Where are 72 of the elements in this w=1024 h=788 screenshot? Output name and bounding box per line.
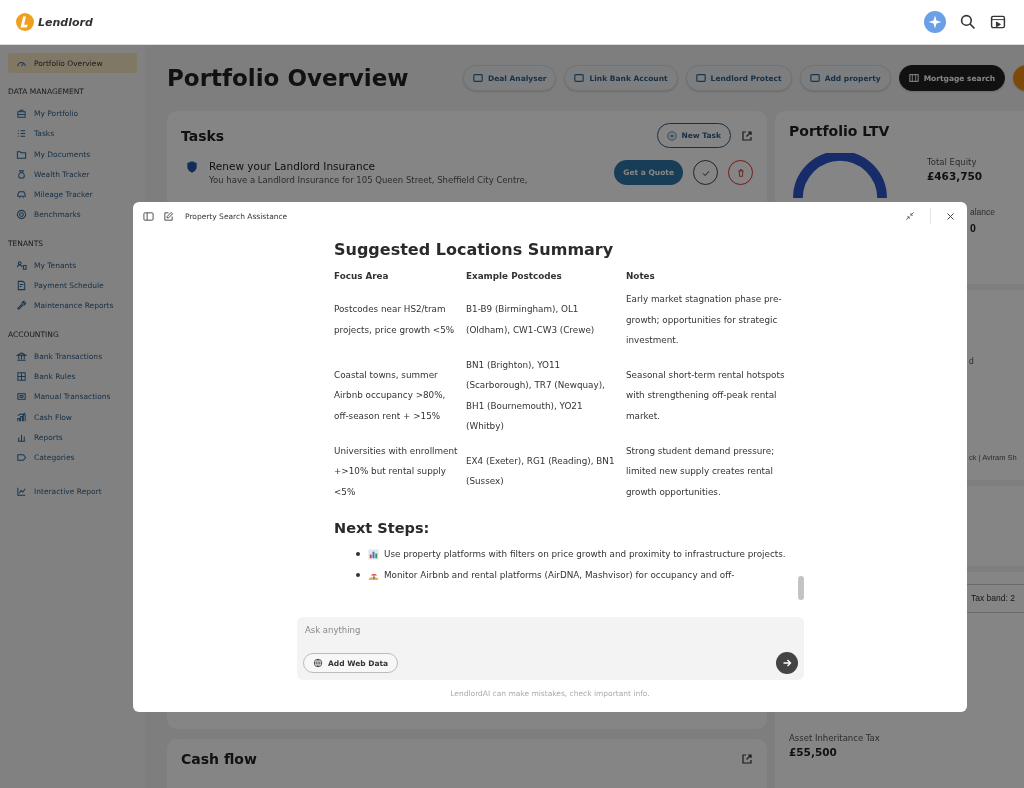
logo-icon xyxy=(16,13,34,31)
list-icon xyxy=(16,128,27,140)
bullet-icon xyxy=(356,552,360,556)
stat-label: d xyxy=(969,356,974,366)
chart-up-icon xyxy=(16,411,27,423)
card-icon xyxy=(809,73,820,83)
arrow-right-icon xyxy=(781,657,793,669)
section-heading: Next Steps: xyxy=(334,520,431,536)
edit-icon[interactable] xyxy=(163,210,174,222)
tax-band-text: Tax band: 2 xyxy=(971,593,1015,603)
bar-chart-icon xyxy=(368,549,379,560)
card-title: Portfolio LTV xyxy=(789,123,891,139)
car-icon xyxy=(16,189,27,201)
card-title: Tasks xyxy=(181,127,226,144)
money-bag-icon xyxy=(16,168,27,180)
external-link-icon[interactable] xyxy=(741,129,753,142)
search-icon[interactable] xyxy=(960,14,976,30)
stat-label: Total Equity xyxy=(927,157,978,167)
table-cell: Strong student demand pressure; limited new supply creates rental growth opportunities. xyxy=(626,445,775,497)
table-cell: B1-B9 (Birmingham), OL1 (Oldham), CW1-CW3 (Crewe) xyxy=(466,304,595,335)
table-cell: Coastal towns, summer Airbnb occupancy >80%, off-season rent + >15% xyxy=(334,369,446,421)
bank-icon xyxy=(16,350,27,362)
stat-value: £55,500 xyxy=(789,746,838,758)
task-description: You have a Landlord Insurance for 105 Queen Street, Sheffield City Centre, xyxy=(209,175,529,185)
wrench-icon xyxy=(16,300,27,312)
card-title: Cash flow xyxy=(181,751,258,767)
send-button[interactable] xyxy=(776,652,798,674)
media-icon[interactable] xyxy=(990,14,1006,30)
grid-icon xyxy=(908,73,919,83)
scrollbar-thumb[interactable] xyxy=(798,576,804,600)
plus-circle-icon xyxy=(667,130,678,141)
stat-value: £463,750 xyxy=(927,170,983,182)
table-cell: Early market stagnation phase pre-growth; opportunities for strategic investment. xyxy=(626,294,782,345)
document-icon xyxy=(16,280,27,291)
section-heading: Suggested Locations Summary xyxy=(334,240,615,259)
bullet-icon xyxy=(356,572,360,577)
external-link-icon[interactable] xyxy=(741,753,753,765)
globe-icon xyxy=(313,658,323,668)
receipt-icon xyxy=(16,391,27,403)
step-text: Use property platforms with filters on price growth and proximity to infrastructure projects. xyxy=(384,548,787,561)
sidebar-toggle-icon[interactable] xyxy=(143,210,154,222)
stat-value: 0 xyxy=(970,222,976,234)
step-text: Monitor Airbnb and rental platforms (AirDNA, Mashvisor) for occupancy and off- xyxy=(384,568,736,582)
table-cell: BN1 (Brighton), YO11 (Scarborough), TR7 (Newquay), BH1 (Bournemouth), YO21 (Whitby) xyxy=(466,359,605,431)
shield-icon xyxy=(185,160,199,174)
stat-label: alance xyxy=(970,207,996,217)
target-icon xyxy=(16,209,27,221)
card-icon xyxy=(574,73,585,83)
card-icon xyxy=(695,73,706,83)
task-title: Renew your Landlord Insurance xyxy=(209,160,376,172)
check-button[interactable] xyxy=(693,160,718,185)
table-cell: Seasonal short-term rental hotspots with strengthening off-peak rental market. xyxy=(626,369,785,421)
table-cell: EX4 (Exeter), RG1 (Reading), BN1 (Sussex) xyxy=(466,455,615,487)
page-title: Portfolio Overview xyxy=(167,65,410,91)
stat-label: Asset Inheritance Tax xyxy=(789,733,881,743)
table-cell: Postcodes near HS2/tram projects, price growth <5% xyxy=(334,304,455,335)
briefcase-icon xyxy=(16,107,27,119)
folder-icon xyxy=(16,148,27,160)
logo-text: Lendlord xyxy=(38,15,93,29)
grid-icon xyxy=(16,370,27,382)
close-icon[interactable] xyxy=(946,211,955,221)
column-header: Notes xyxy=(626,271,656,283)
delete-button[interactable] xyxy=(728,160,753,185)
column-header: Example Postcodes xyxy=(466,271,626,289)
tag-icon xyxy=(16,452,27,464)
people-icon xyxy=(16,259,27,271)
collapse-icon[interactable] xyxy=(905,211,915,221)
line-chart-icon xyxy=(16,486,27,498)
table-cell: Universities with enrollment +>10% but rental supply <5% xyxy=(334,445,458,497)
card-icon xyxy=(473,73,483,83)
column-header: Focus Area xyxy=(334,271,466,289)
sparkle-icon[interactable] xyxy=(924,11,946,33)
